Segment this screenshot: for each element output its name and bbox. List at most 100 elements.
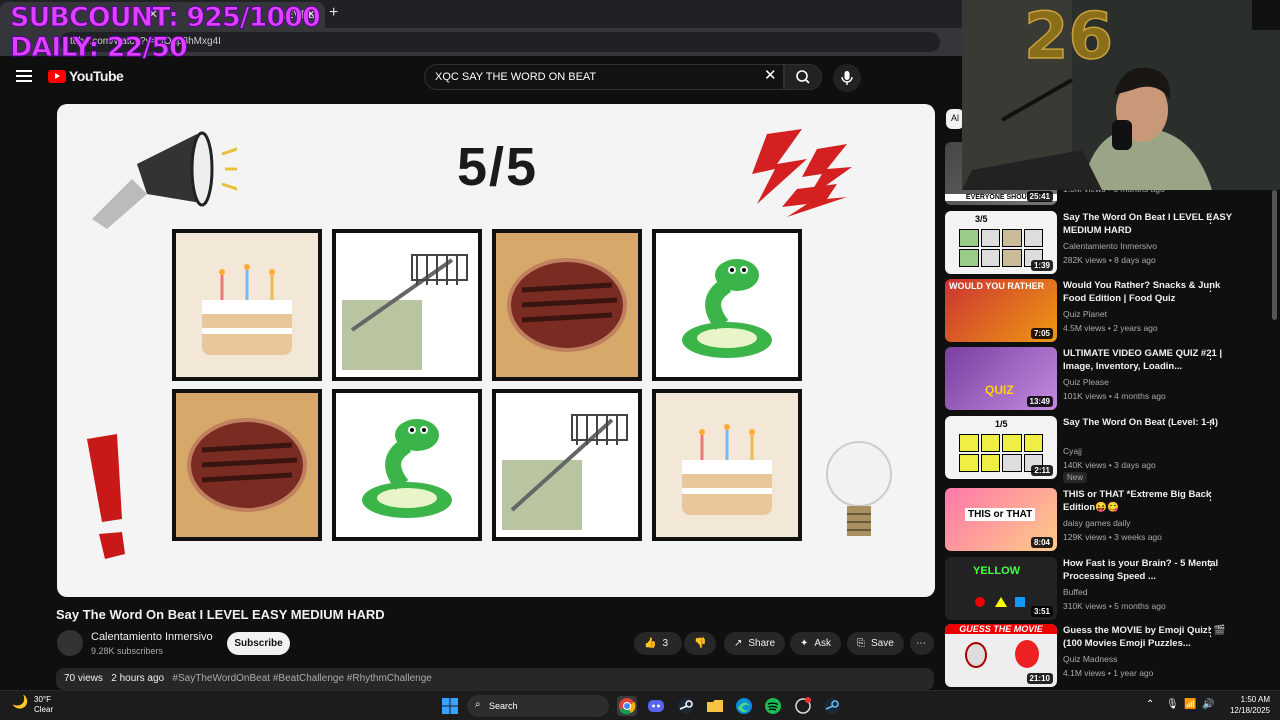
channel-avatar[interactable] (57, 630, 83, 656)
chrome-icon[interactable] (617, 696, 637, 716)
microphone-icon[interactable]: 🎙 (1166, 699, 1179, 710)
video-thumbnail[interactable]: WOULD YOU RATHER 7:05 (945, 279, 1057, 342)
recommendation-item[interactable]: QUIZ 13:49 ULTIMATE VIDEO GAME QUIZ #21 … (945, 347, 1271, 411)
app-icon[interactable] (793, 696, 813, 716)
search-icon (796, 70, 810, 84)
search-input[interactable]: XQC SAY THE WORD ON BEAT (424, 64, 784, 90)
video-title[interactable]: Would You Rather? Snacks & Junk Food Edi… (1063, 279, 1243, 305)
recommendation-item[interactable]: THIS or THAT 8:04 THIS or THAT *Extreme … (945, 488, 1271, 552)
more-options-icon[interactable]: ⋮ (1205, 213, 1216, 226)
more-actions-button[interactable]: ⋯ (910, 632, 934, 655)
voice-search-button[interactable] (833, 64, 861, 92)
streamer-webcam-image: 26 (962, 0, 1280, 190)
score-text: 5/5 (457, 137, 539, 197)
steak-icon (187, 418, 307, 512)
like-button[interactable]: 👍 3 (634, 632, 682, 655)
clock-time: 1:50 AM (1240, 695, 1270, 704)
bookmark-icon: ⎘ (857, 638, 865, 649)
windows-start-icon[interactable] (440, 696, 460, 716)
video-title[interactable]: THIS or THAT *Extreme Big Back Edition😝😋 (1063, 488, 1243, 514)
menu-icon[interactable] (16, 70, 32, 82)
video-duration: 25:41 (1026, 191, 1053, 202)
weather-temp: 30°F (34, 695, 51, 704)
ask-button[interactable]: ✦ Ask (790, 632, 842, 655)
share-button[interactable]: ↗ Share (724, 632, 786, 655)
channel-name[interactable]: Buffed (1063, 587, 1087, 597)
svg-text:26: 26 (1024, 0, 1113, 74)
more-options-icon[interactable]: ⋮ (1205, 490, 1216, 503)
video-thumbnail[interactable]: 3/5 1:39 (945, 211, 1057, 274)
video-thumbnail[interactable]: GUESS THE MOVIE 21:10 (945, 624, 1057, 687)
chevron-up-icon[interactable]: ⌃ (1146, 699, 1154, 710)
search-button[interactable] (784, 64, 822, 90)
steak-icon (507, 258, 627, 352)
discord-icon[interactable] (646, 696, 666, 716)
taskbar-search-label: Search (489, 701, 518, 711)
volume-icon[interactable]: 🔊 (1202, 699, 1214, 710)
video-title[interactable]: Guess the MOVIE by Emoji Quiz! 🎬 (100 Mo… (1063, 624, 1243, 650)
description-box[interactable]: 70 views 2 hours ago #SayTheWordOnBeat #… (56, 668, 934, 690)
hashtags[interactable]: #SayTheWordOnBeat #BeatChallenge #Rhythm… (172, 673, 431, 684)
recommendation-item[interactable]: 1/5 2:11 Say The Word On Beat (Level: 1-… (945, 416, 1271, 483)
grid-cell-snake (332, 389, 482, 541)
recommendation-item[interactable]: 3/5 1:39 Say The Word On Beat I LEVEL EA… (945, 211, 1271, 275)
channel-name[interactable]: Cyajj (1063, 446, 1082, 456)
channel-name[interactable]: Quiz Madness (1063, 654, 1117, 664)
taskbar-search[interactable]: ⌕ Search (467, 695, 609, 717)
daily-overlay: DAILY: 22/50 (10, 32, 189, 64)
more-options-icon[interactable]: ⋮ (1205, 626, 1216, 639)
video-title[interactable]: ULTIMATE VIDEO GAME QUIZ #21 | Image, In… (1063, 347, 1243, 373)
video-title[interactable]: Say The Word On Beat (Level: 1-4) (1063, 416, 1243, 429)
video-title[interactable]: Say The Word On Beat I LEVEL EASY MEDIUM… (1063, 211, 1243, 237)
sparkle-icon: ✦ (800, 638, 809, 649)
recommendation-item[interactable]: WOULD YOU RATHER 7:05 Would You Rather? … (945, 279, 1271, 343)
youtube-logo[interactable]: YouTube (48, 68, 124, 84)
channel-name[interactable]: Calentamiento Inmersivo (91, 631, 213, 643)
channel-name[interactable]: Quiz Please (1063, 377, 1109, 387)
sidebar-scrollbar[interactable] (1272, 190, 1277, 320)
more-options-icon[interactable]: ⋮ (1205, 559, 1216, 572)
view-count: 70 views (64, 673, 103, 684)
exclamation-icon (87, 434, 125, 559)
thumbnail-text: 1/5 (995, 419, 1008, 429)
new-tab-icon[interactable]: + (329, 4, 338, 22)
video-duration: 3:51 (1030, 606, 1053, 617)
wifi-icon[interactable]: 📶 (1184, 699, 1196, 710)
more-options-icon[interactable]: ⋮ (1205, 281, 1216, 294)
thumbnail-text: QUIZ (985, 383, 1014, 397)
channel-name[interactable]: Calentamiento Inmersivo (1063, 241, 1157, 251)
clear-search-icon[interactable]: ✕ (764, 66, 777, 84)
video-player[interactable]: 5/5 (57, 104, 935, 597)
video-thumbnail[interactable]: 1/5 2:11 (945, 416, 1057, 479)
thumbnail-text: YELLOW (973, 565, 1021, 577)
channel-name[interactable]: Quiz Planet (1063, 309, 1107, 319)
word-grid (172, 229, 804, 545)
video-thumbnail[interactable]: QUIZ 13:49 (945, 347, 1057, 410)
thumbnail-text: WOULD YOU RATHER (949, 281, 1045, 291)
recommendation-item[interactable]: GUESS THE MOVIE 21:10 Guess the MOVIE by… (945, 624, 1271, 688)
video-meta: 129K views • 3 weeks ago (1063, 532, 1162, 542)
channel-name[interactable]: daisy games daily (1063, 518, 1131, 528)
edge-icon[interactable] (734, 696, 754, 716)
thumbs-down-icon: 👎 (694, 638, 707, 649)
video-title[interactable]: How Fast is your Brain? - 5 Mental Proce… (1063, 557, 1243, 583)
dislike-button[interactable]: 👎 (684, 632, 716, 655)
folder-icon[interactable] (705, 696, 725, 716)
save-button[interactable]: ⎘ Save (847, 632, 904, 655)
recommendation-item[interactable]: YELLOW 3:51 How Fast is your Brain? - 5 … (945, 557, 1271, 621)
grid-cell-cake (652, 389, 802, 541)
spotify-icon[interactable] (763, 696, 783, 716)
system-clock[interactable]: 1:50 AM 12/18/2025 (1224, 694, 1270, 716)
rake-icon (502, 414, 628, 530)
snake-icon (362, 419, 452, 518)
more-options-icon[interactable]: ⋮ (1205, 418, 1216, 431)
video-thumbnail[interactable]: YELLOW 3:51 (945, 557, 1057, 620)
webcam-overlay: 26 (962, 0, 1280, 190)
steam-icon[interactable] (822, 696, 842, 716)
steam-icon[interactable] (676, 696, 696, 716)
subscribe-button[interactable]: Subscribe (227, 632, 290, 655)
more-options-icon[interactable]: ⋮ (1205, 349, 1216, 362)
address-bar[interactable]: tube.com/watch?v=HOgp8hMxg4I (60, 32, 940, 52)
video-thumbnail[interactable]: THIS or THAT 8:04 (945, 488, 1057, 551)
grid-cell-cake (172, 229, 322, 381)
